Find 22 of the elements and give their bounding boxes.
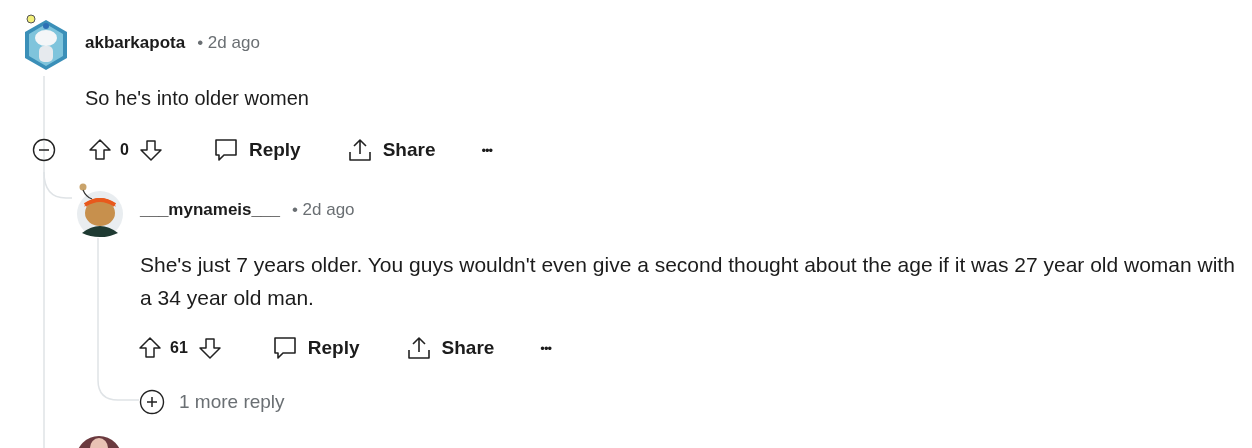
vote-count: 0 (120, 141, 129, 159)
speech-bubble-icon (212, 137, 239, 163)
upvote-icon[interactable] (138, 336, 162, 360)
timestamp: • 2d ago (197, 33, 260, 53)
expand-icon[interactable] (139, 389, 165, 415)
upvote-icon[interactable] (88, 138, 112, 162)
comment-text: She's just 7 years older. You guys wouldn't even give a second thought about the age if it was 27 year old woman with a 34 year old man. (140, 252, 1236, 311)
timestamp: • 2d ago (291, 200, 355, 220)
avatar-icon (76, 436, 122, 448)
downvote-icon[interactable] (138, 138, 163, 162)
share-icon (346, 137, 373, 163)
username[interactable]: ___mynameis___ (140, 200, 280, 220)
share-icon (405, 335, 432, 361)
avatar-icon (22, 14, 70, 72)
comment-text: So he's into older women (85, 86, 310, 111)
vote-count: 61 (170, 339, 188, 357)
speech-bubble-icon (271, 335, 298, 361)
username[interactable]: akbarkapota (85, 33, 186, 53)
avatar-icon (76, 183, 124, 237)
collapse-icon[interactable] (32, 138, 56, 162)
more-replies-link[interactable]: 1 more reply (179, 391, 285, 413)
downvote-icon[interactable] (197, 336, 222, 360)
